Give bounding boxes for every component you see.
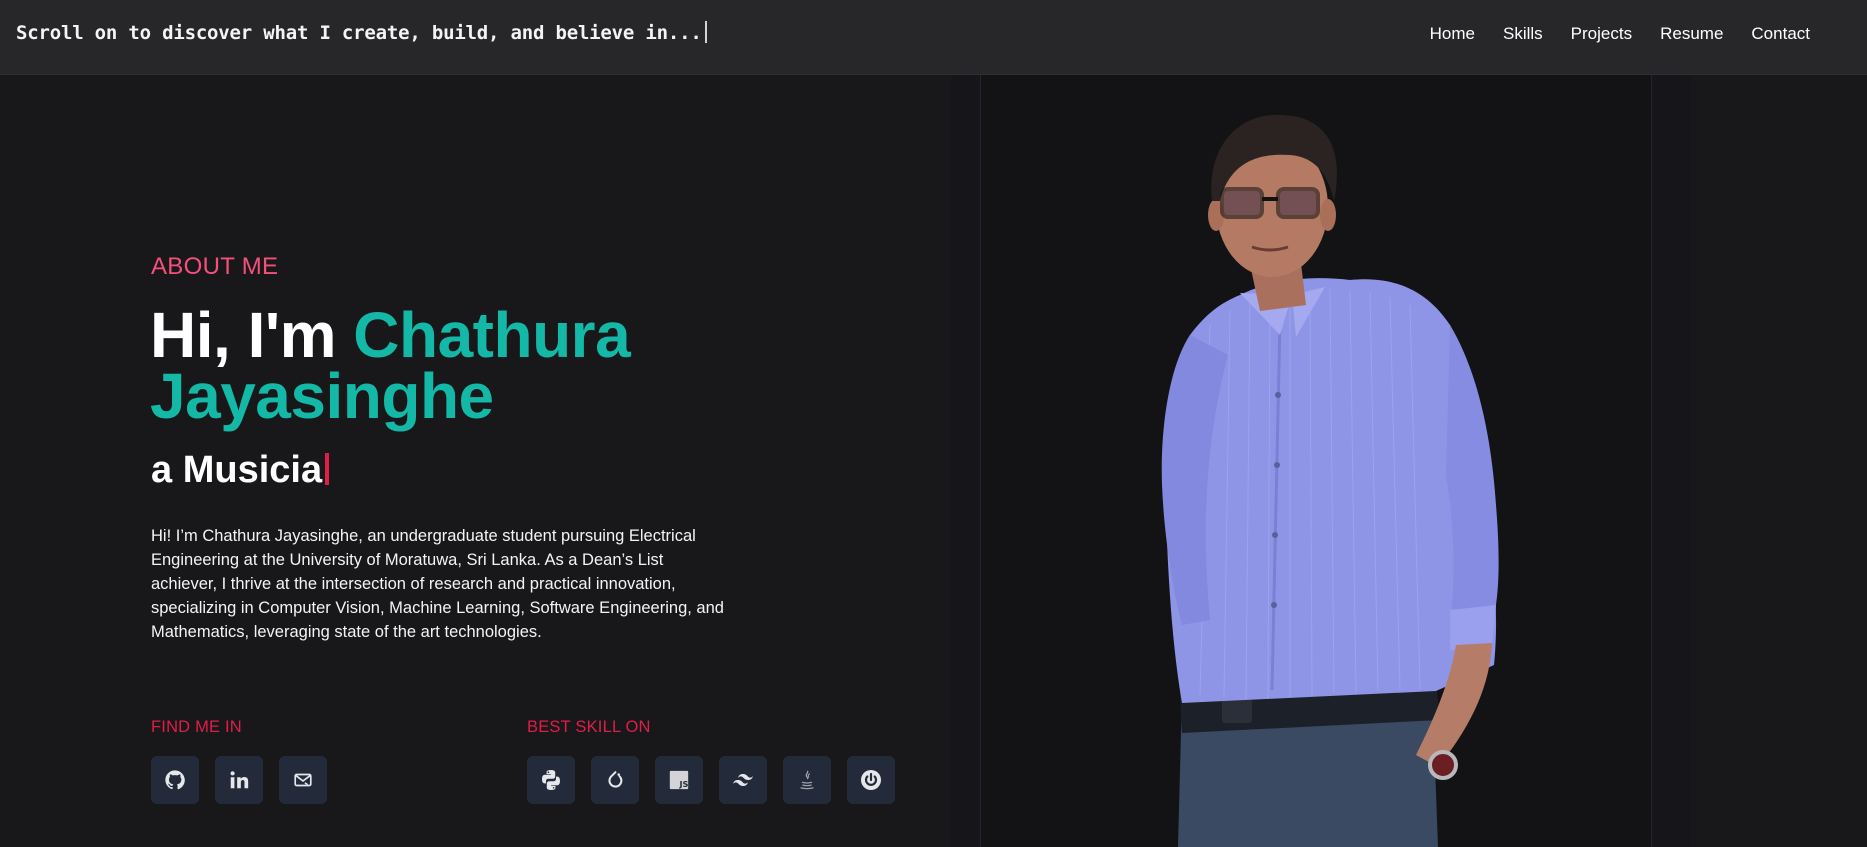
role-typed-text: Musicia [182,449,323,491]
nav-resume[interactable]: Resume [1660,24,1723,44]
tagline-text: Scroll on to discover what I create, bui… [16,22,702,44]
refresh-icon [608,771,623,788]
social-links [151,756,327,804]
role-prefix: a [151,449,183,491]
nav-projects[interactable]: Projects [1571,24,1632,44]
github-icon [165,770,185,790]
skill-spring[interactable] [847,756,895,804]
top-bar: Scroll on to discover what I create, bui… [0,0,1867,75]
skill-pytorch[interactable] [591,756,639,804]
linkedin-link[interactable] [215,756,263,804]
typing-role: a Musicia [151,449,330,492]
linkedin-icon [230,771,249,789]
javascript-icon: JS [669,770,689,790]
profile-portrait [1161,114,1499,847]
nav-skills[interactable]: Skills [1503,24,1543,44]
java-icon [800,770,814,790]
nav-contact[interactable]: Contact [1751,24,1810,44]
skill-java[interactable] [783,756,831,804]
role-caret [325,453,330,485]
about-me-label: ABOUT ME [151,253,279,280]
typing-tagline: Scroll on to discover what I create, bui… [16,21,707,44]
spring-power-icon [861,770,881,790]
find-me-label: FIND ME IN [151,718,242,736]
email-link[interactable] [279,756,327,804]
bio-paragraph: Hi! I’m Chathura Jayasinghe, an undergra… [151,527,724,641]
main-nav: Home Skills Projects Resume Contact [1430,24,1810,44]
github-link[interactable] [151,756,199,804]
skill-icons: JS [527,756,895,804]
last-name: Jayasinghe [150,360,494,432]
mail-icon [294,773,312,787]
js-icon-text: JS [678,779,688,789]
python-icon [542,770,560,790]
hero-title: Hi, I'm Chathura Jayasinghe [150,303,850,428]
skill-python[interactable] [527,756,575,804]
tailwind-icon [733,774,753,786]
skill-javascript[interactable]: JS [655,756,703,804]
best-skill-label: BEST SKILL ON [527,718,651,736]
typing-caret [704,21,707,43]
nav-home[interactable]: Home [1430,24,1475,44]
skill-tailwind[interactable] [719,756,767,804]
